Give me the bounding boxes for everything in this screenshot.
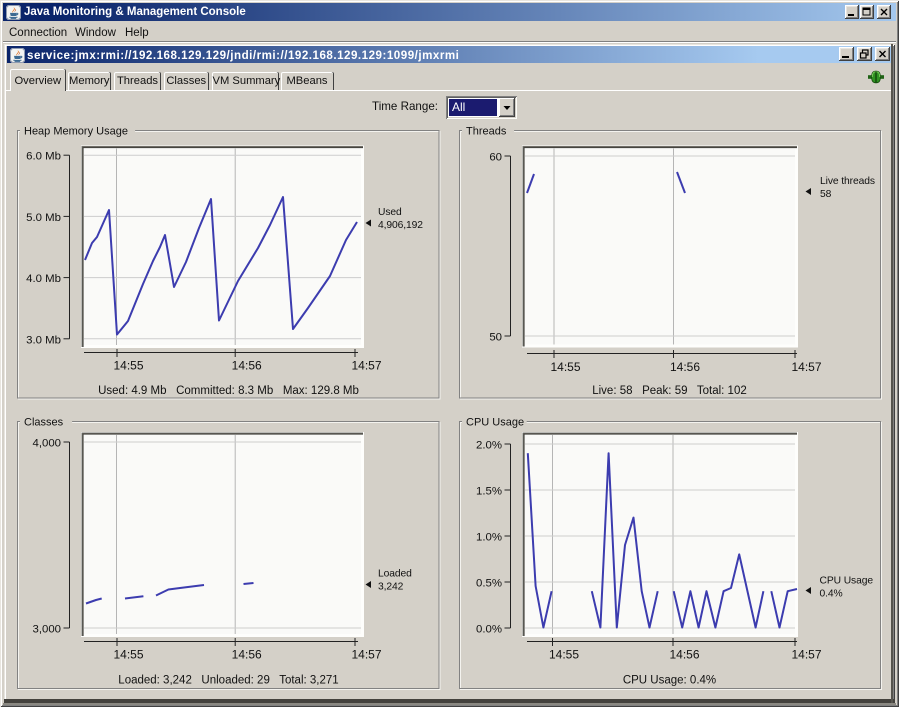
svg-text:Threads: Threads: [466, 126, 507, 138]
svg-text:14:57: 14:57: [351, 359, 381, 373]
svg-text:1.5%: 1.5%: [476, 486, 502, 498]
svg-text:50: 50: [489, 332, 502, 344]
svg-text:14:55: 14:55: [113, 648, 143, 662]
svg-text:14:55: 14:55: [549, 648, 579, 662]
svg-text:0.0%: 0.0%: [476, 624, 502, 636]
svg-text:Used: 4.9 Mb Committed: 8.3: Used: 4.9 Mb Committed: 8.3 Mb Max: 129.…: [98, 385, 359, 397]
svg-text:14:57: 14:57: [351, 648, 381, 662]
svg-text:0.5%: 0.5%: [476, 578, 502, 590]
svg-text:Loaded: 3,242 Unloaded: 29: Loaded: 3,242 Unloaded: 29 Total: 3,271: [118, 675, 338, 687]
svg-text:CPU Usage: CPU Usage: [466, 417, 524, 429]
svg-text:4,906,192: 4,906,192: [378, 220, 423, 231]
svg-text:3,000: 3,000: [32, 624, 61, 636]
svg-text:Heap Memory Usage: Heap Memory Usage: [24, 126, 128, 138]
svg-text:5.0 Mb: 5.0 Mb: [26, 212, 61, 224]
svg-text:14:56: 14:56: [669, 648, 699, 662]
svg-text:3.0 Mb: 3.0 Mb: [26, 334, 61, 346]
svg-text:14:55: 14:55: [550, 360, 580, 374]
svg-text:Classes: Classes: [24, 417, 64, 429]
svg-text:Loaded: Loaded: [378, 569, 412, 580]
svg-text:14:55: 14:55: [113, 359, 143, 373]
svg-text:14:56: 14:56: [232, 648, 262, 662]
svg-text:Live: 58 Peak: 59 Total: 1: Live: 58 Peak: 59 Total: 102: [592, 385, 747, 397]
svg-text:3,242: 3,242: [378, 582, 404, 593]
svg-text:CPU Usage: CPU Usage: [820, 576, 874, 587]
svg-text:60: 60: [489, 152, 502, 164]
svg-text:14:57: 14:57: [791, 648, 821, 662]
svg-text:2.0%: 2.0%: [476, 440, 502, 452]
svg-text:CPU Usage: 0.4%: CPU Usage: 0.4%: [623, 675, 716, 687]
svg-text:58: 58: [820, 189, 832, 200]
svg-text:14:57: 14:57: [791, 360, 821, 374]
svg-text:4.0 Mb: 4.0 Mb: [26, 273, 61, 285]
svg-text:0.4%: 0.4%: [820, 589, 843, 600]
svg-text:6.0 Mb: 6.0 Mb: [26, 151, 61, 163]
svg-text:Live threads: Live threads: [820, 176, 875, 187]
svg-text:1.0%: 1.0%: [476, 532, 502, 544]
svg-text:14:56: 14:56: [232, 359, 262, 373]
svg-text:Used: Used: [378, 207, 402, 218]
svg-text:14:56: 14:56: [670, 360, 700, 374]
svg-text:4,000: 4,000: [32, 438, 61, 450]
